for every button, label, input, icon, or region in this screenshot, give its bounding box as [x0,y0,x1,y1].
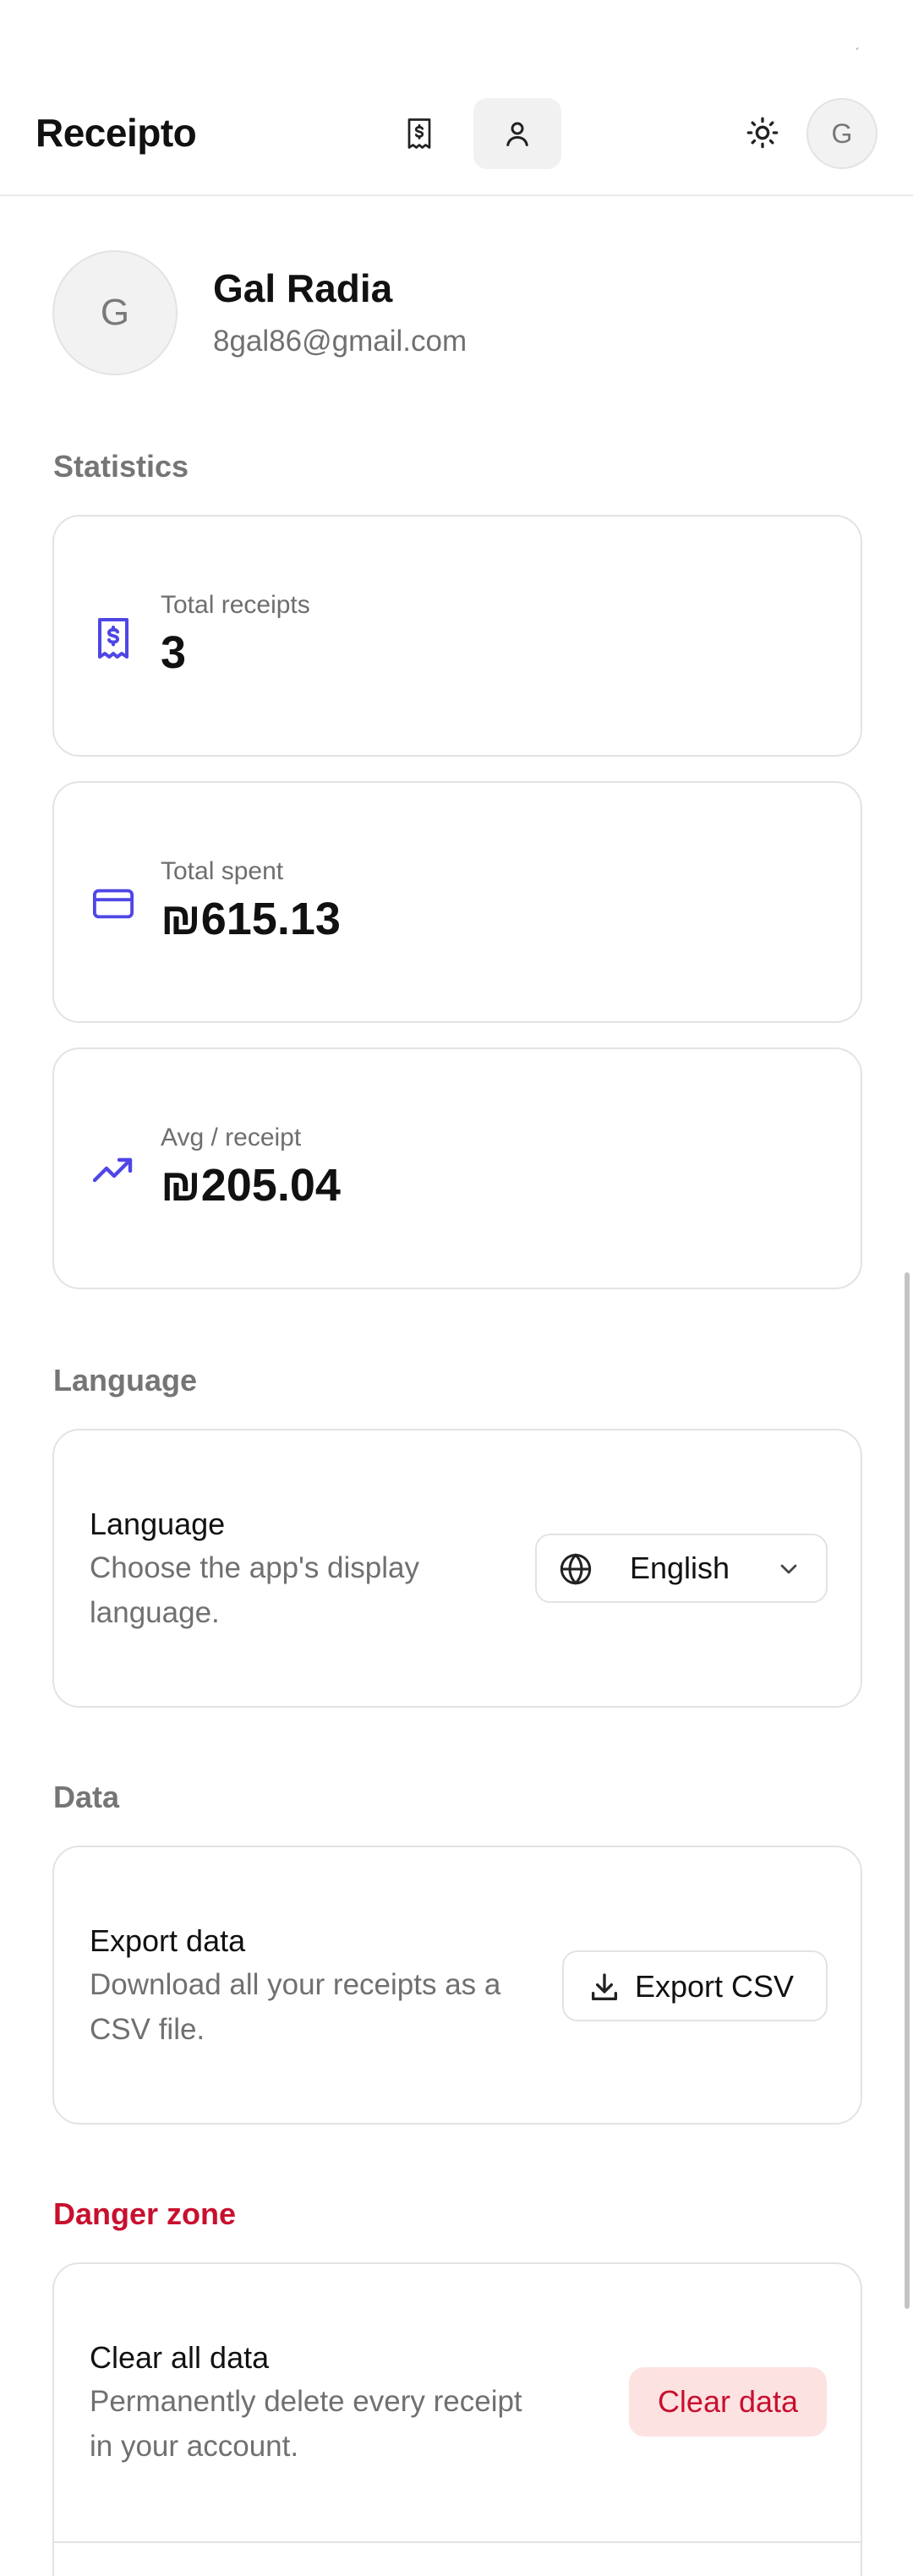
user-icon [506,122,528,146]
language-row-title: Language [90,1507,226,1541]
card-divider [54,2541,861,2543]
stat-value: ₪615.13 [161,894,341,944]
profile-page: ˊ Receipto G G Gal Radia 8gal86@gmail.co… [0,0,913,2576]
trending-up-icon [90,1146,137,1194]
language-section-title: Language [53,1363,198,1397]
download-icon [588,1971,621,2009]
receipt-icon [90,615,137,662]
credit-card-icon [90,880,137,927]
export-row-description: Download all your receipts as a CSV file… [90,1968,501,2046]
stat-label: Total spent [161,857,284,885]
stat-label: Avg / receipt [161,1124,302,1151]
export-csv-label: Export CSV [635,1969,795,2004]
globe-icon [559,1552,593,1590]
app-title[interactable]: Receipto [36,110,197,156]
page-scrollbar[interactable] [905,1272,910,2309]
clear-data-button[interactable]: Clear data [629,2367,827,2437]
stat-value: 3 [161,627,187,678]
clear-data-row-description: Permanently delete every receipt in your… [90,2385,522,2463]
app-header: Receipto G [0,85,913,196]
data-section-title: Data [53,1780,120,1814]
statistics-section-title: Statistics [53,449,189,484]
stat-value: ₪205.04 [161,1160,341,1211]
language-card: Language Choose the app's display langua… [52,1429,862,1708]
stat-card-total-spent: Total spent ₪615.13 [52,781,862,1023]
nav-receipts-button[interactable] [375,98,463,169]
account-avatar[interactable]: G [806,98,877,169]
profile-name: Gal Radia [213,266,393,310]
data-card: Export data Download all your receipts a… [52,1846,862,2125]
nav-profile-button[interactable] [473,98,561,169]
stat-label: Total receipts [161,591,310,619]
language-row-description: Choose the app's display language. [90,1551,419,1629]
danger-zone-card: Clear all data Permanently delete every … [52,2262,862,2576]
stat-card-total-receipts: Total receipts 3 [52,515,862,757]
theme-toggle-button[interactable] [737,105,788,161]
stat-card-avg-receipt: Avg / receipt ₪205.04 [52,1047,862,1289]
profile-email: 8gal86@gmail.com [213,325,467,358]
export-row-title: Export data [90,1923,246,1958]
chevron-down-icon [775,1556,802,1587]
language-select-value: English [630,1551,730,1585]
receipt-icon [407,118,431,149]
status-mark: ˊ [855,46,860,63]
clear-data-row-title: Clear all data [90,2340,270,2375]
danger-zone-title: Danger zone [53,2196,237,2231]
profile-avatar: G [52,250,178,375]
language-select[interactable]: English [535,1534,828,1603]
sun-icon [746,117,779,149]
status-strip: ˊ [0,0,913,85]
export-csv-button[interactable]: Export CSV [562,1950,828,2021]
